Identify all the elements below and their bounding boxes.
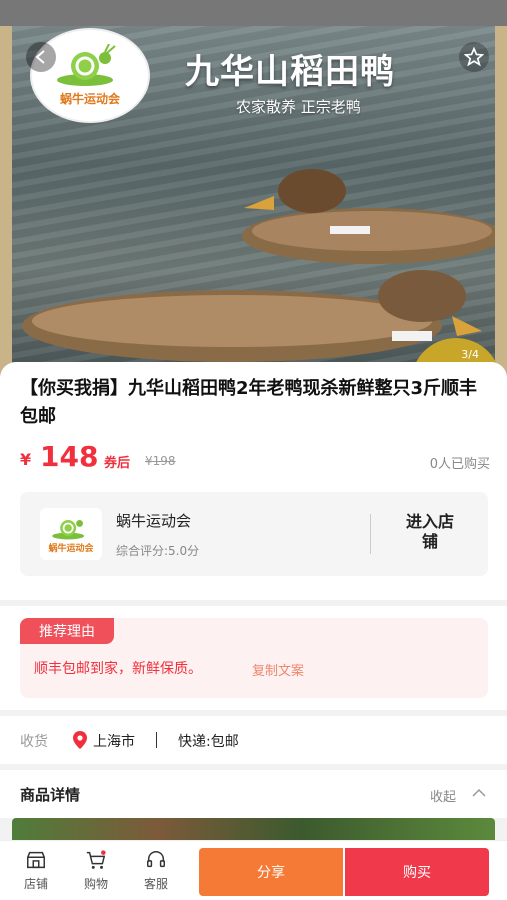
price-coupon-suffix: 券后 (104, 456, 131, 471)
original-price: ¥198 (145, 454, 176, 468)
back-button[interactable] (26, 42, 56, 72)
star-outline-icon (464, 47, 484, 67)
shipping-row[interactable]: 收货 上海市 快递:包邮 (0, 716, 507, 764)
copy-text-button[interactable]: 复制文案 (252, 660, 304, 679)
chevron-up-icon[interactable] (472, 788, 486, 798)
image-page-indicator: 3/4 (461, 348, 479, 361)
snail-logo-icon (52, 519, 85, 539)
tab-store[interactable]: 店铺 (8, 849, 64, 895)
store-icon (27, 851, 45, 869)
enter-shop-button[interactable]: 进入店铺 (402, 512, 458, 552)
hero-frame-left (0, 26, 12, 376)
hero-title: 九华山稻田鸭 (185, 52, 395, 92)
product-details-header: 商品详情 收起 (0, 770, 507, 818)
hero-frame-right (495, 26, 507, 376)
shop-rating: 综合评分:5.0分 (116, 544, 200, 558)
product-hero-image[interactable]: 蜗牛运动会 九华山稻田鸭 农家散养 正宗老鸭 公益配捐 3/4 (0, 26, 507, 376)
tab-cart[interactable]: 购物 (68, 849, 124, 895)
cart-icon (86, 850, 106, 869)
shipping-label: 收货 (20, 734, 48, 750)
shop-logo: 蜗牛运动会 (40, 508, 102, 560)
brand-logo: 蜗牛运动会 (30, 28, 150, 123)
hero-subtitle: 农家散养 正宗老鸭 (236, 98, 361, 116)
shipping-city: 上海市 (93, 734, 135, 750)
share-button[interactable]: 分享 (199, 848, 343, 896)
recommend-tag: 推荐理由 (20, 618, 114, 644)
details-title: 商品详情 (20, 786, 81, 804)
snail-logo-icon (57, 44, 116, 86)
price-value: 148 (40, 440, 99, 473)
shop-card[interactable]: 蜗牛运动会 蜗牛运动会 综合评分:5.0分 进入店铺 (20, 492, 488, 576)
headset-icon (147, 851, 165, 868)
bottom-action-bar: 店铺 购物 客服 分享 购买 (0, 840, 507, 900)
tab-service-label: 客服 (143, 877, 168, 891)
price-currency: ¥ (20, 450, 32, 469)
tab-store-label: 店铺 (23, 877, 48, 891)
shop-logo-text: 蜗牛运动会 (48, 543, 94, 554)
status-bar (0, 0, 507, 26)
recommend-section: 推荐理由 顺丰包邮到家，新鲜保质。 复制文案 (0, 606, 507, 710)
favorite-button[interactable] (459, 42, 489, 72)
buy-button[interactable]: 购买 (345, 848, 489, 896)
location-pin-icon (73, 731, 87, 749)
price-row: ¥ 148 券后 ¥198 0人已购买 (20, 440, 490, 474)
sold-count: 0人已购买 (429, 457, 490, 472)
recommend-box: 推荐理由 顺丰包邮到家，新鲜保质。 复制文案 (20, 618, 488, 698)
tab-service[interactable]: 客服 (128, 849, 184, 895)
collapse-button[interactable]: 收起 (430, 786, 456, 805)
recommend-text: 顺丰包邮到家，新鲜保质。 (34, 661, 202, 677)
shipping-separator (156, 732, 157, 748)
chevron-left-icon (35, 50, 45, 64)
product-title: 【你买我捐】九华山稻田鸭2年老鸭现杀新鲜整只3斤顺丰包邮 (20, 378, 478, 427)
shop-name: 蜗牛运动会 (116, 512, 192, 530)
brand-logo-text: 蜗牛运动会 (59, 92, 120, 106)
shipping-express: 快递:包邮 (178, 734, 239, 750)
shop-divider (370, 514, 371, 554)
tab-cart-label: 购物 (83, 877, 108, 891)
